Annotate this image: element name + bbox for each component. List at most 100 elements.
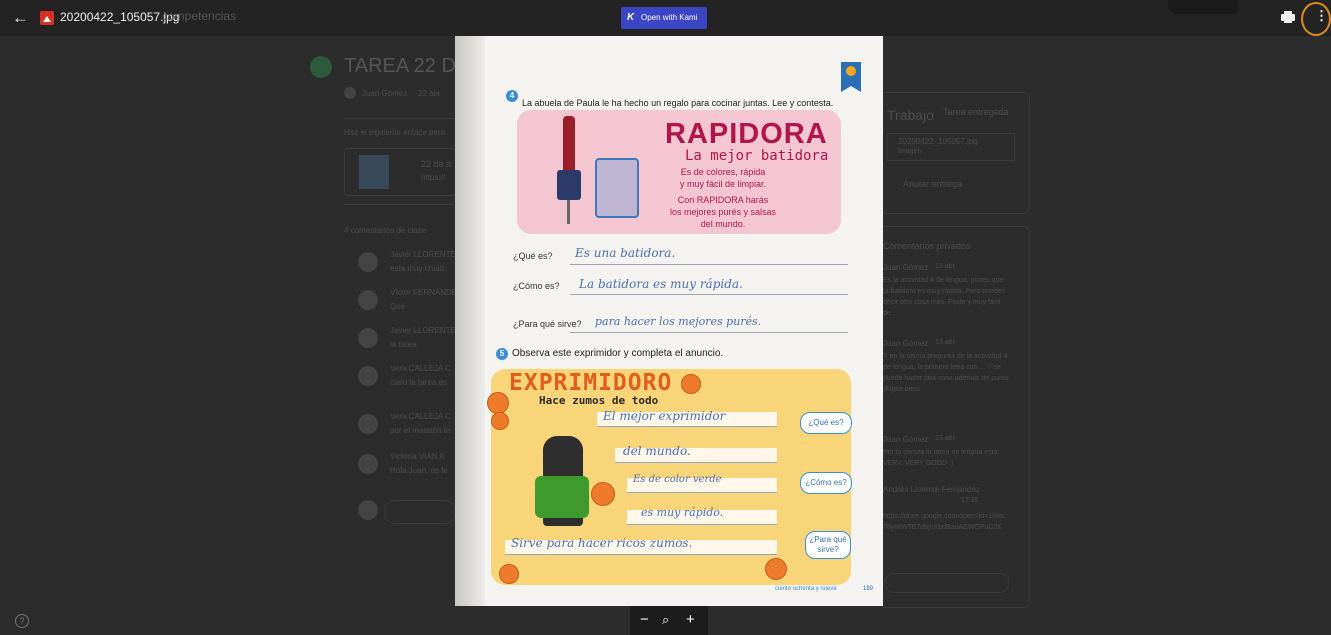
ad-line: Con RAPIDORA harás (677, 195, 769, 205)
question-5-number: 5 (496, 348, 508, 360)
open-with-kami-button[interactable]: K Open with Kami (621, 7, 707, 29)
assignment-icon (310, 56, 332, 78)
comment-author: Javier LLORENTE (390, 326, 456, 335)
bubble-purpose: ¿Para qué sirve? (805, 531, 851, 559)
submitted-file-name: 20200422_105057.jpg (898, 137, 978, 146)
submitted-file[interactable]: 20200422_105057.jpg Imagen (887, 133, 1015, 161)
fill-answer-1: El mejor exprimidor (603, 409, 726, 423)
help-icon[interactable]: ? (15, 614, 29, 628)
more-options-button[interactable]: ⋮ (1301, 2, 1331, 36)
ad-subtitle: La mejor batidora (685, 148, 829, 164)
orange-decoration (487, 392, 509, 414)
comment-author: Juan Gómez (883, 339, 929, 348)
ad-line: Es de colores, rápida (680, 167, 766, 177)
add-comment-input[interactable] (384, 500, 456, 524)
page-badge (841, 62, 861, 92)
ad-line: los mejores purés y salsas (669, 207, 777, 217)
attachment-card[interactable]: 22 de a https:// (344, 148, 456, 196)
author-avatar (344, 87, 356, 99)
answer-how: La batidora es muy rápida. (579, 277, 743, 291)
unsubmit-button[interactable]: Anular entrega (903, 179, 962, 189)
comment-text: Hola Juan, os fe (390, 466, 448, 475)
juicer-bucket-illustration (535, 476, 589, 518)
answer-purpose: para hacer los mejores purés. (595, 315, 762, 328)
fill-answer-3: Es de color verde (633, 474, 722, 485)
back-arrow-icon[interactable]: ← (12, 9, 30, 27)
comment-time: 17:35 (961, 497, 979, 504)
vertical-dots-icon: ⋮ (1315, 8, 1328, 23)
fill-answer-5: Sirve para hacer ricos zumos. (511, 536, 693, 550)
worksheet-image: 4 La abuela de Paula le ha hecho un rega… (455, 36, 883, 606)
zoom-in-button[interactable]: + (686, 611, 695, 628)
decorative-device-graphic (1168, 0, 1238, 14)
attachment-thumbnail (359, 155, 389, 189)
print-icon[interactable] (1281, 11, 1295, 23)
fill-answer-4: es muy rápido. (641, 506, 724, 519)
private-comments-panel: Comentarios privados Juan Gómez 13 abr E… (880, 226, 1030, 608)
avatar (358, 252, 378, 272)
submission-status: Tarea entregada (943, 107, 1009, 117)
page-number: 189 (863, 586, 874, 592)
image-file-icon (40, 11, 54, 25)
attachment-url: https:// (421, 173, 446, 182)
question-4-text: La abuela de Paula le ha hecho un regalo… (522, 98, 834, 108)
viewer-toolbar: ← 20200422_105057.jpg competencias K Ope… (0, 0, 1331, 36)
avatar (358, 328, 378, 348)
ad-line: del mundo. (700, 219, 746, 229)
comment-text: Por lo demás la tarea de lengua está: VE… (883, 449, 1000, 467)
bubble-what: ¿Qué es? (800, 412, 852, 434)
answer-line (570, 294, 848, 295)
panel-title: Trabajo (887, 107, 934, 123)
page-footer-text: ciento ochenta y nueve (775, 586, 837, 592)
comment-author: Javier LLORENTE (390, 250, 456, 259)
fill-answer-2: del mundo. (623, 444, 691, 458)
attachment-title: 22 de a (421, 159, 452, 169)
avatar (358, 290, 378, 310)
question-how: ¿Cómo es? (513, 281, 560, 291)
kami-logo-icon: K (627, 12, 635, 23)
comment-author: Juan Gómez (883, 435, 929, 444)
comment-text: esta muy chulo (390, 264, 444, 273)
background-course-title: competencias (162, 9, 237, 23)
avatar (358, 500, 378, 520)
private-comments-header: Comentarios privados (883, 241, 971, 251)
zoom-controls: − ⌕ + (630, 606, 708, 635)
mixer-body (557, 170, 581, 200)
answer-what: Es una batidora. (575, 246, 676, 260)
book-spine (455, 36, 485, 606)
author-name: Juan Gómez (362, 89, 408, 98)
comment-author: Vera CALLEJA C (390, 364, 451, 373)
orange-decoration (499, 564, 519, 584)
question-purpose: ¿Para qué sirve? (513, 319, 582, 329)
comment-author: Víctor FERNÁNDEZ (390, 288, 463, 297)
comment-author: Andrés Llorente Fernández (883, 485, 980, 494)
comment-time: 13 abr (935, 339, 955, 346)
comment-text: por el maratón te (390, 426, 451, 435)
private-comment-input[interactable] (885, 573, 1009, 593)
question-4-number: 4 (506, 90, 518, 102)
avatar (358, 414, 378, 434)
comment-author: Juan Gómez (883, 263, 929, 272)
comment-time: 23 abr (935, 435, 955, 442)
divider (344, 204, 454, 205)
mixer-rod (567, 200, 570, 224)
ad2-title: EXPRIMIDORO (509, 370, 673, 396)
question-5-text: Observa este exprimidor y completa el an… (512, 348, 724, 359)
comment-link[interactable]: https://drive.google.com/open?id=1f8eL78… (883, 511, 1009, 533)
zoom-search-icon[interactable]: ⌕ (662, 612, 669, 628)
ad2-subtitle: Hace zumos de todo (539, 394, 659, 407)
zoom-out-button[interactable]: − (640, 611, 649, 628)
assignment-title: TAREA 22 DE (344, 55, 470, 77)
orange-decoration (765, 558, 787, 580)
comment-text: la tarea (390, 340, 417, 349)
assignment-instructions: Haz el siguiente enlace pero (344, 128, 445, 137)
comment-author: Vera CALLEJA C (390, 412, 451, 421)
orange-decoration (681, 374, 701, 394)
orange-decoration (591, 482, 615, 506)
comment-time: 13 abr (935, 263, 955, 270)
answer-line (570, 264, 848, 265)
comment-author: Victoria VIAN A (390, 452, 445, 461)
divider (344, 118, 454, 119)
rapidora-ad: RAPIDORA La mejor batidora Es de colores… (517, 110, 841, 234)
question-what: ¿Qué es? (513, 251, 553, 261)
